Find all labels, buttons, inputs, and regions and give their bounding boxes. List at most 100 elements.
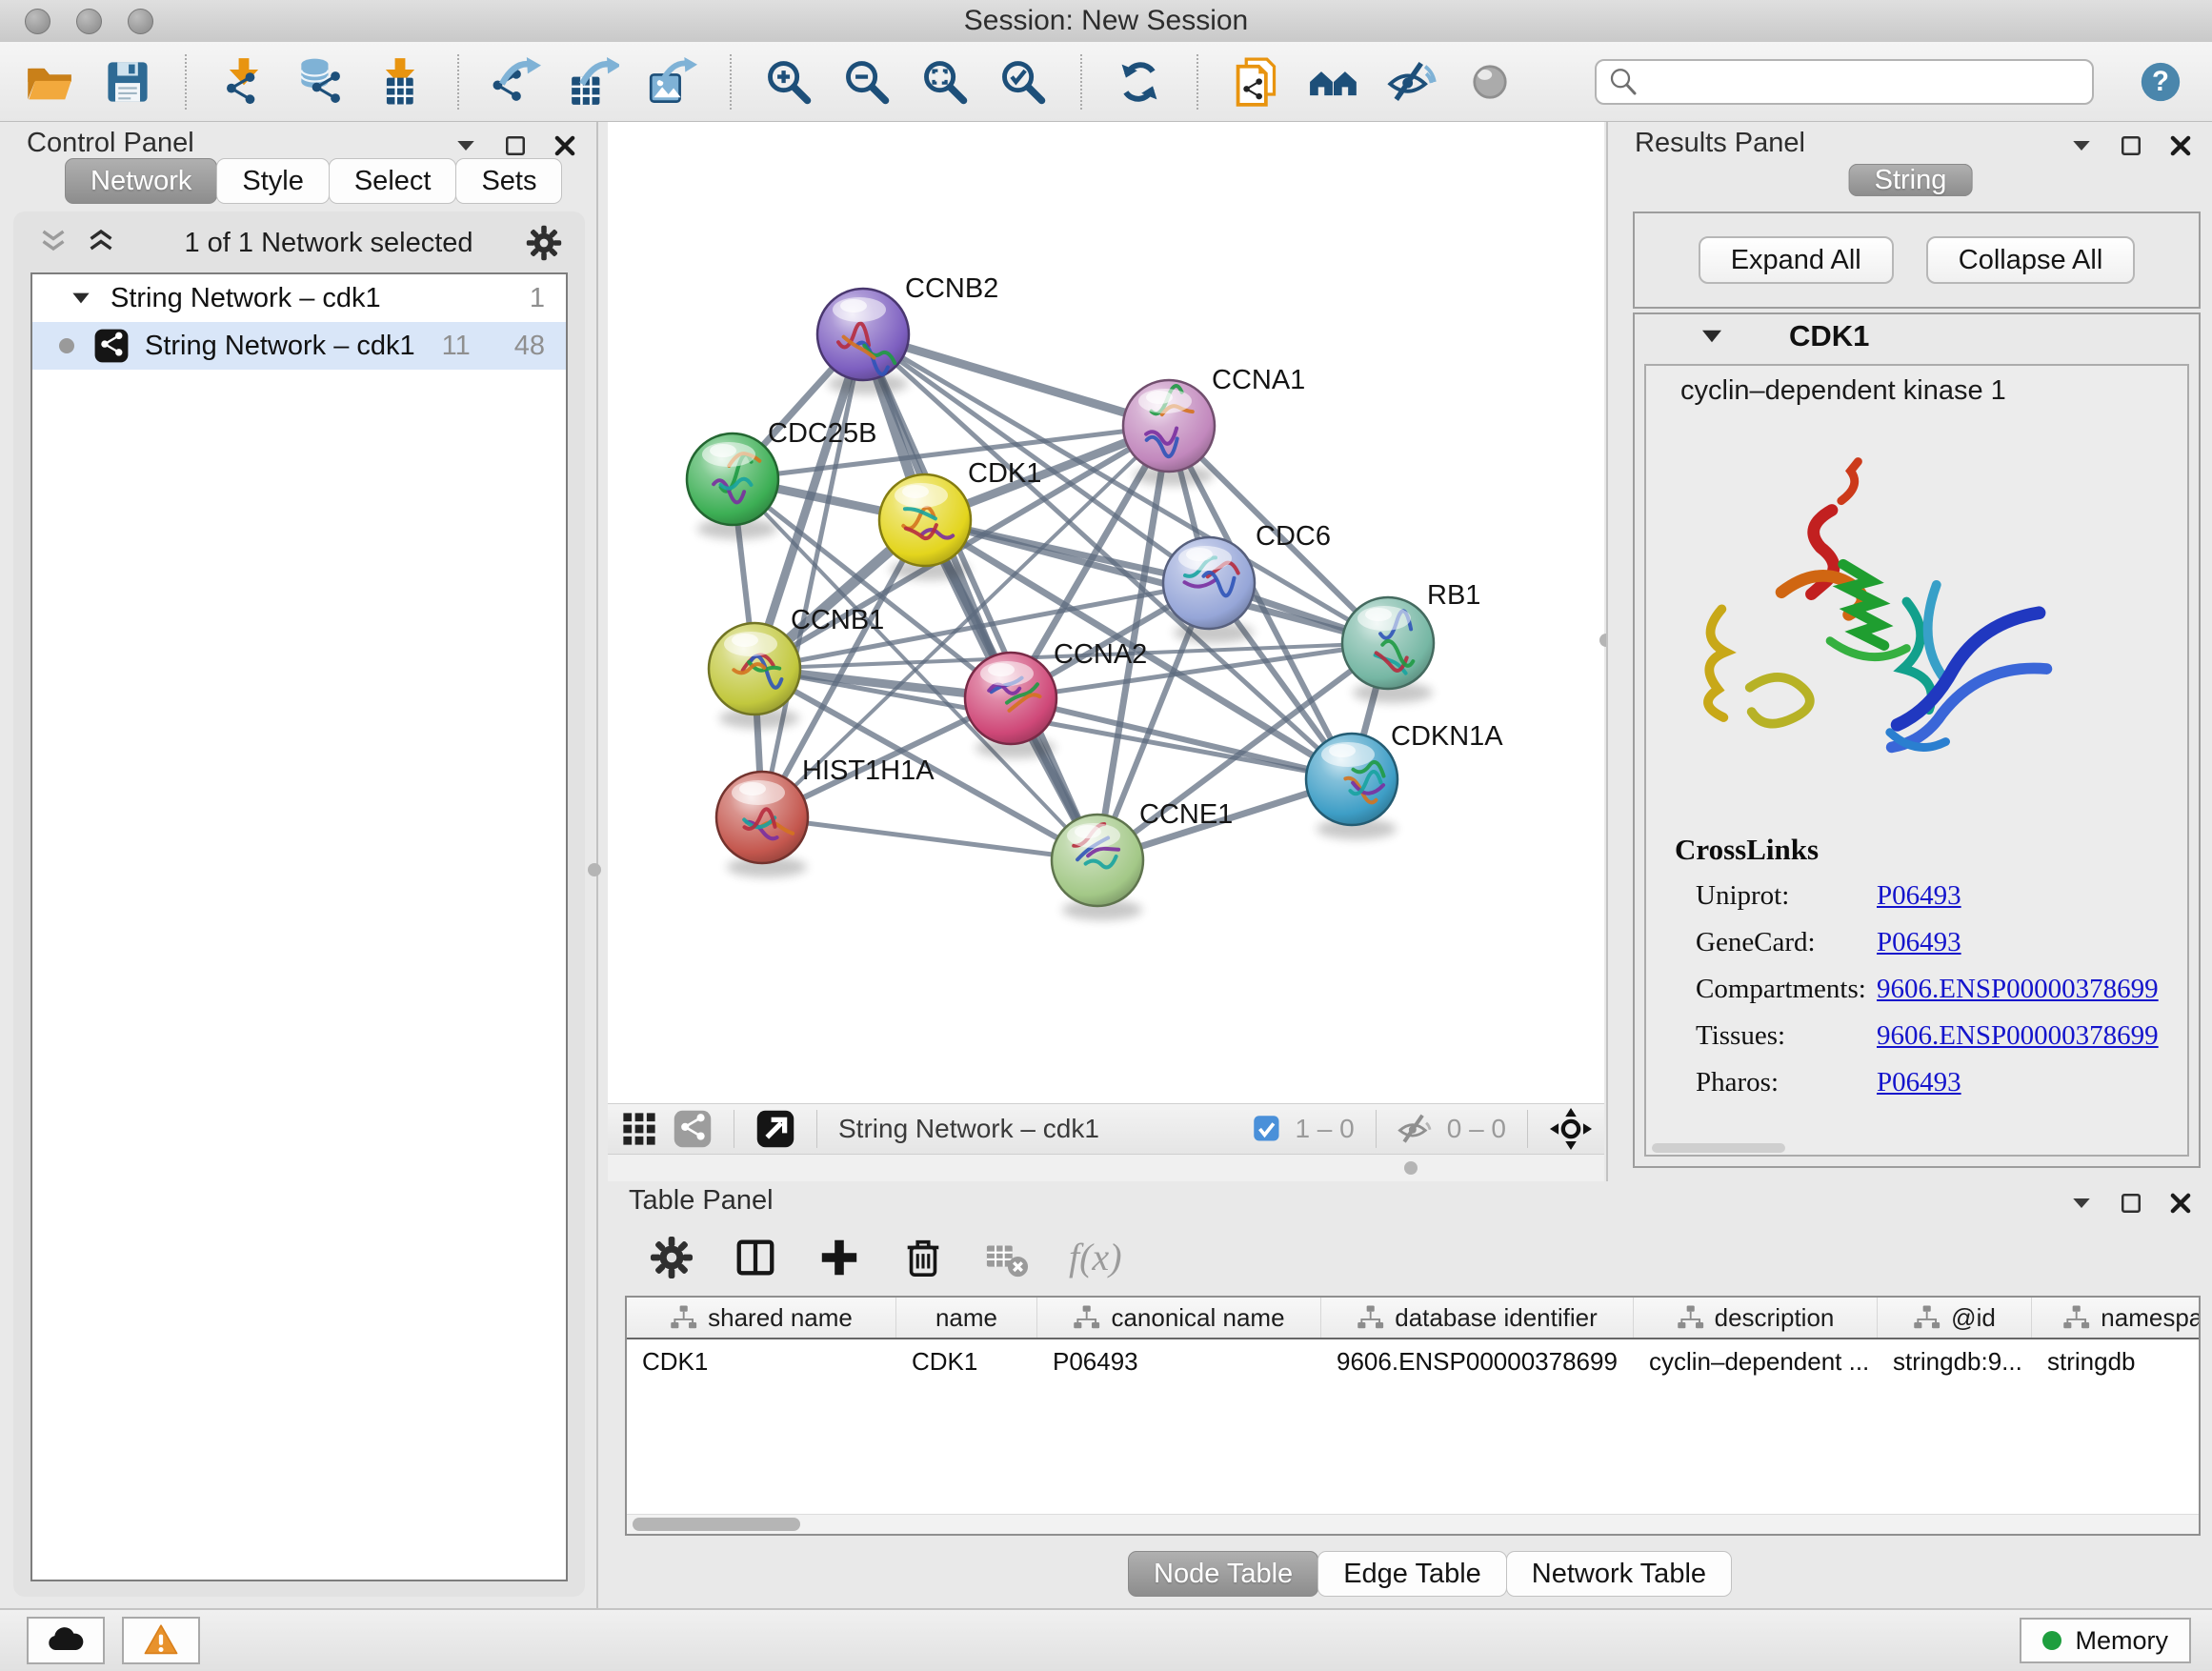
hidden-node-edge-count: 0 – 0 <box>1447 1114 1506 1144</box>
column-header-namespace[interactable]: namespace <box>2032 1298 2201 1338</box>
export-image-icon[interactable] <box>648 57 697 107</box>
network-edge-count: 48 <box>514 331 545 362</box>
import-table-file-icon[interactable] <box>375 57 425 107</box>
crosslink-link[interactable]: P06493 <box>1877 1067 1961 1098</box>
column-header-description[interactable]: description <box>1634 1298 1878 1338</box>
show-columns-icon[interactable] <box>734 1236 777 1279</box>
collection-expand-icon[interactable] <box>69 286 93 311</box>
table-row[interactable]: CDK1CDK1P064939606.ENSP00000378699cyclin… <box>627 1339 2199 1383</box>
table-panel-controls <box>2067 1189 2195 1218</box>
column-header--id[interactable]: @id <box>1878 1298 2032 1338</box>
network-graph[interactable]: CCNB2CCNA1CDC25BCDK1CDC6RB1CCNB1CCNA2CDK… <box>608 122 1604 1103</box>
tab-node-table[interactable]: Node Table <box>1128 1551 1318 1597</box>
import-network-database-icon[interactable] <box>297 57 347 107</box>
zoom-out-icon[interactable] <box>842 57 892 107</box>
delete-column-icon[interactable] <box>901 1236 945 1279</box>
panel-float-icon[interactable] <box>2117 131 2145 160</box>
cytoscape-window: Session: New Session ? Control Panel <box>0 0 2212 1671</box>
string-document-icon[interactable] <box>1231 57 1280 107</box>
panel-close-icon[interactable] <box>2166 131 2195 160</box>
column-header-canonical-name[interactable]: canonical name <box>1037 1298 1321 1338</box>
hide-eye-icon[interactable] <box>1387 57 1437 107</box>
warning-icon <box>143 1622 179 1659</box>
tab-network[interactable]: Network <box>65 158 217 204</box>
save-session-icon[interactable] <box>103 57 152 107</box>
search-input[interactable] <box>1646 66 2082 97</box>
column-header-name[interactable]: name <box>896 1298 1037 1338</box>
help-icon[interactable]: ? <box>2140 61 2182 103</box>
gene-header[interactable]: CDK1 <box>1635 314 2199 358</box>
crosslink-row: GeneCard:P06493 <box>1696 927 2187 958</box>
add-column-icon[interactable] <box>817 1236 861 1279</box>
export-network-icon[interactable] <box>492 57 541 107</box>
panel-float-icon[interactable] <box>2117 1189 2145 1218</box>
panel-menu-icon[interactable] <box>2067 131 2096 160</box>
panel-close-icon[interactable] <box>2166 1189 2195 1218</box>
splitter-grip[interactable] <box>1404 1161 1418 1175</box>
protein-structure-image <box>1692 450 2065 800</box>
tree-column-icon <box>1357 1304 1385 1331</box>
crosslink-link[interactable]: P06493 <box>1877 927 1961 958</box>
tab-select[interactable]: Select <box>329 158 457 204</box>
crosslink-link[interactable]: 9606.ENSP00000378699 <box>1877 974 2159 1005</box>
column-header-label: canonical name <box>1111 1303 1284 1333</box>
column-header-shared-name[interactable]: shared name <box>627 1298 896 1338</box>
results-scrollbar[interactable] <box>1652 1143 1785 1153</box>
refresh-icon[interactable] <box>1115 57 1164 107</box>
network-overview-icon[interactable] <box>673 1109 713 1149</box>
tab-edge-table[interactable]: Edge Table <box>1317 1551 1507 1597</box>
results-tab-string[interactable]: String <box>1849 158 1972 202</box>
navbar-separator <box>816 1110 817 1148</box>
network-collection-row[interactable]: String Network – cdk1 1 <box>32 274 566 322</box>
eye-icon[interactable] <box>1465 57 1515 107</box>
panel-menu-icon[interactable] <box>2067 1189 2096 1218</box>
tab-sets[interactable]: Sets <box>455 158 562 204</box>
crosslink-link[interactable]: 9606.ENSP00000378699 <box>1877 1020 2159 1052</box>
collapse-all-button[interactable]: Collapse All <box>1926 236 2136 284</box>
panel-close-icon[interactable] <box>551 131 579 160</box>
cloud-icon <box>47 1621 85 1660</box>
tab-network-table[interactable]: Network Table <box>1506 1551 1732 1597</box>
zoom-selected-icon[interactable] <box>998 57 1048 107</box>
zoom-in-icon[interactable] <box>764 57 814 107</box>
network-status-dot <box>59 338 74 353</box>
edge[interactable] <box>762 334 863 817</box>
hidden-items-icon[interactable] <box>1398 1111 1434 1147</box>
table-cell: 9606.ENSP00000378699 <box>1321 1339 1634 1383</box>
birds-eye-grid-icon[interactable] <box>619 1109 659 1149</box>
network-view[interactable]: CCNB2CCNA1CDC25BCDK1CDC6RB1CCNB1CCNA2CDK… <box>608 122 1604 1103</box>
collapse-all-icon[interactable] <box>36 226 70 260</box>
detach-view-icon[interactable] <box>755 1109 795 1149</box>
expand-all-icon[interactable] <box>84 226 118 260</box>
warnings-button[interactable] <box>122 1617 200 1664</box>
open-session-icon[interactable] <box>25 57 74 107</box>
panel-float-icon[interactable] <box>501 131 530 160</box>
selected-items-checkbox[interactable] <box>1253 1115 1281 1143</box>
table-hscrollbar-thumb[interactable] <box>633 1518 800 1531</box>
table-settings-icon[interactable] <box>650 1236 694 1279</box>
center-view-icon[interactable] <box>1549 1107 1593 1151</box>
horizontal-splitter[interactable] <box>608 1155 1604 1181</box>
node-label-CDC6: CDC6 <box>1256 521 1331 552</box>
table-hscrollbar[interactable] <box>627 1514 2199 1534</box>
svg-text:?: ? <box>2152 66 2169 97</box>
gene-collapse-icon[interactable] <box>1698 322 1726 351</box>
import-network-file-icon[interactable] <box>219 57 269 107</box>
toolbar-separator <box>185 54 187 110</box>
cloud-status-button[interactable] <box>27 1617 105 1664</box>
zoom-fit-icon[interactable] <box>920 57 970 107</box>
export-table-icon[interactable] <box>570 57 619 107</box>
houses-icon[interactable] <box>1309 57 1358 107</box>
network-row[interactable]: String Network – cdk1 11 48 <box>32 322 566 370</box>
tab-style[interactable]: Style <box>216 158 329 204</box>
expand-all-button[interactable]: Expand All <box>1699 236 1894 284</box>
left-splitter-grip[interactable] <box>588 863 601 876</box>
gear-icon[interactable] <box>526 225 562 261</box>
column-header-database-identifier[interactable]: database identifier <box>1321 1298 1634 1338</box>
crosslink-link[interactable]: P06493 <box>1877 880 1961 912</box>
panel-menu-icon[interactable] <box>452 131 480 160</box>
search-box <box>1595 59 2094 105</box>
edge[interactable] <box>863 334 1169 426</box>
edge[interactable] <box>762 817 1097 860</box>
memory-button[interactable]: Memory <box>2020 1618 2191 1663</box>
